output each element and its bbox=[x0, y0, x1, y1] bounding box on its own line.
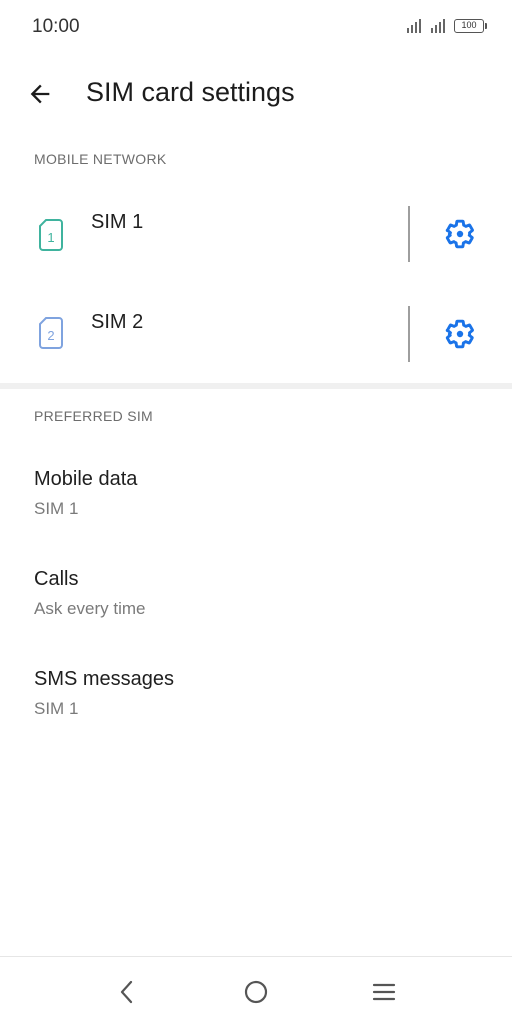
back-icon bbox=[120, 980, 133, 1004]
sim-card-icon: 1 bbox=[39, 219, 63, 251]
signal-icon bbox=[407, 19, 421, 33]
app-bar: SIM card settings bbox=[0, 62, 512, 126]
battery-icon: 100 bbox=[454, 19, 487, 33]
divider bbox=[408, 206, 410, 262]
navigation-bar bbox=[0, 956, 512, 1024]
status-time: 10:00 bbox=[32, 16, 80, 37]
sim-card-icon: 2 bbox=[39, 317, 63, 349]
signal-icon bbox=[431, 19, 445, 33]
sim-1-settings-button[interactable] bbox=[438, 212, 482, 256]
sim-number: 1 bbox=[47, 230, 54, 245]
recents-menu-icon bbox=[372, 983, 396, 1001]
nav-home-button[interactable] bbox=[239, 975, 273, 1009]
preference-title: Calls bbox=[34, 568, 79, 590]
nav-back-button[interactable] bbox=[110, 975, 144, 1009]
back-arrow-icon bbox=[30, 84, 50, 104]
preference-value: SIM 1 bbox=[34, 699, 79, 718]
page-title: SIM card settings bbox=[86, 77, 295, 107]
status-bar: 10:00 100 bbox=[0, 0, 512, 54]
divider bbox=[408, 306, 410, 362]
back-button[interactable] bbox=[22, 76, 58, 112]
sim-number: 2 bbox=[47, 328, 54, 343]
preference-mobile-data[interactable]: Mobile data SIM 1 bbox=[0, 468, 512, 564]
sim-2-settings-button[interactable] bbox=[438, 312, 482, 356]
sim-row-1[interactable]: 1 SIM 1 bbox=[0, 184, 512, 284]
status-icons: 100 bbox=[406, 18, 487, 34]
preference-title: Mobile data bbox=[34, 468, 138, 490]
gear-icon bbox=[445, 219, 474, 249]
nav-recents-button[interactable] bbox=[367, 975, 401, 1009]
preference-value: SIM 1 bbox=[34, 499, 79, 518]
section-header-preferred-sim: PREFERRED SIM bbox=[34, 408, 154, 424]
section-separator bbox=[0, 383, 512, 389]
home-icon bbox=[244, 980, 268, 1004]
sim-row-2[interactable]: 2 SIM 2 bbox=[0, 284, 512, 384]
gear-icon bbox=[445, 319, 474, 349]
preference-sms-messages[interactable]: SMS messages SIM 1 bbox=[0, 668, 512, 764]
sim-label: SIM 1 bbox=[91, 211, 144, 233]
preference-title: SMS messages bbox=[34, 668, 175, 690]
preference-calls[interactable]: Calls Ask every time bbox=[0, 568, 512, 664]
preference-value: Ask every time bbox=[34, 599, 146, 618]
battery-level: 100 bbox=[461, 20, 477, 30]
section-header-mobile-network: MOBILE NETWORK bbox=[34, 151, 167, 167]
sim-label: SIM 2 bbox=[91, 311, 144, 333]
